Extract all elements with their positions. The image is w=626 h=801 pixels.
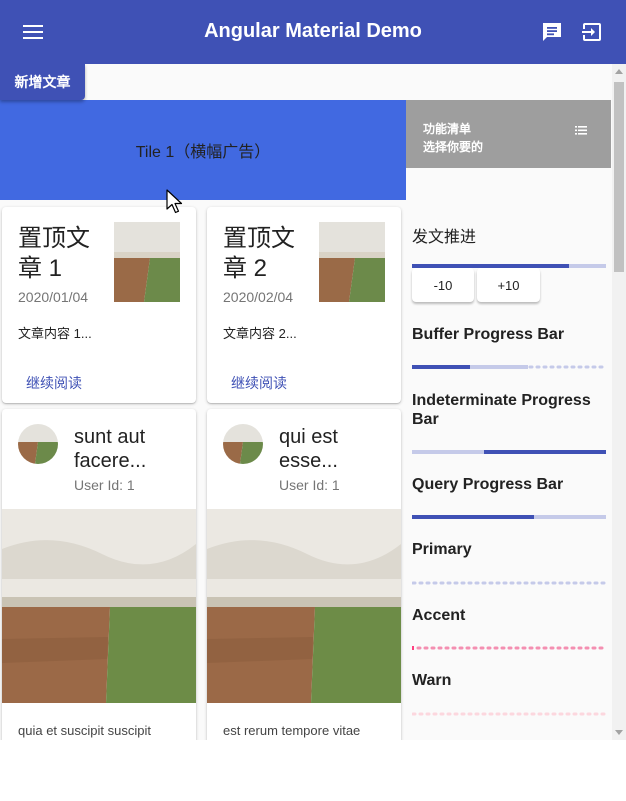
avatar: [18, 424, 58, 464]
read-more-link[interactable]: 继续阅读: [26, 373, 82, 393]
query-progress-label: Query Progress Bar: [412, 476, 564, 493]
post-body: quia et suscipit suscipit: [18, 723, 151, 738]
scroll-thumb[interactable]: [614, 82, 624, 272]
buffer-progress-bar: [412, 365, 606, 369]
indeterminate-progress-bar: [412, 450, 606, 454]
avatar: [223, 424, 263, 464]
feature-menu-tile[interactable]: 功能清单 选择你要的: [406, 100, 611, 168]
pinned-card: 置顶文章 1 2020/01/04 文章内容 1... 继续阅读: [2, 207, 196, 403]
post-card: qui est esse... User Id: 1 est rerum temp…: [207, 409, 401, 740]
buffer-progress-label: Buffer Progress Bar: [412, 326, 565, 343]
scroll-down-arrow-icon[interactable]: [615, 730, 623, 735]
add-article-button[interactable]: 新增文章: [0, 64, 85, 100]
pinned-card-thumbnail: [319, 222, 385, 302]
primary-progress-label: Primary: [412, 541, 472, 558]
post-title: qui est esse...: [279, 426, 338, 472]
progress-section-title: 发文推进: [412, 229, 477, 246]
app-title: Angular Material Demo: [204, 20, 422, 42]
post-title: sunt aut facere...: [74, 426, 147, 472]
post-body: est rerum tempore vitae: [223, 723, 361, 738]
increase-button[interactable]: +10: [477, 268, 540, 302]
post-image: [207, 509, 401, 703]
pinned-card-title: 置顶文章 2: [223, 225, 295, 282]
pinned-card-date: 2020/01/04: [18, 289, 89, 305]
post-image: [2, 509, 196, 703]
accent-progress-bar: [412, 646, 606, 650]
pinned-card: 置顶文章 2 2020/02/04 文章内容 2... 继续阅读: [207, 207, 401, 403]
chat-button[interactable]: [536, 16, 568, 48]
post-card: sunt aut facere... User Id: 1 quia et sus…: [2, 409, 196, 740]
decrease-button[interactable]: -10: [412, 268, 474, 302]
pinned-card-content: 文章内容 2...: [223, 326, 297, 341]
pinned-card-content: 文章内容 1...: [18, 326, 92, 341]
logout-icon: [582, 23, 601, 41]
scroll-up-arrow-icon[interactable]: [615, 69, 623, 74]
main-content: Tile 1（横幅广告） 功能清单 选择你要的 新增文章 置顶文章 1 2020…: [0, 64, 612, 740]
list-icon[interactable]: [575, 126, 587, 135]
post-user-id: User Id: 1: [279, 477, 340, 493]
pinned-card-thumbnail: [114, 222, 180, 302]
post-user-id: User Id: 1: [74, 477, 135, 493]
banner-tile-label: Tile 1（横幅广告）: [135, 144, 271, 161]
feature-menu-title: 功能清单: [423, 122, 472, 136]
pinned-card-date: 2020/02/04: [223, 289, 294, 305]
read-more-link[interactable]: 继续阅读: [231, 373, 287, 393]
banner-tile: Tile 1（横幅广告）: [0, 100, 406, 200]
mouse-cursor-icon: [166, 189, 183, 214]
warn-progress-label: Warn: [412, 672, 452, 689]
warn-progress-bar: [412, 712, 606, 716]
app-root: Angular Material Demo Tile 1（横幅广告） 功能清单 …: [0, 0, 626, 740]
top-toolbar: Angular Material Demo: [0, 0, 626, 64]
accent-progress-label: Accent: [412, 607, 466, 624]
logout-button[interactable]: [576, 16, 608, 48]
add-article-label: 新增文章: [14, 74, 71, 90]
query-progress-bar: [412, 515, 606, 519]
pinned-card-title: 置顶文章 1: [18, 225, 90, 282]
feature-menu-subtitle: 选择你要的: [423, 140, 484, 154]
primary-progress-bar: [412, 581, 606, 585]
indeterminate-progress-label: Indeterminate Progress Bar: [412, 392, 591, 428]
page-scrollbar[interactable]: [612, 64, 626, 740]
chat-icon: [543, 23, 561, 41]
